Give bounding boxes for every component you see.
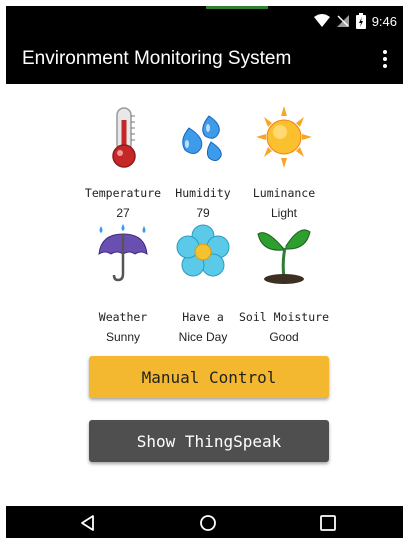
sensor-tile-luminance: Luminance Light (224, 106, 344, 220)
home-icon[interactable] (198, 513, 218, 533)
status-time: 9:46 (371, 13, 397, 29)
main-content: Temperature 27 Humidity 79 Luminance Lig… (6, 84, 403, 506)
sensor-value: Good (269, 330, 299, 344)
app-bar: Environment Monitoring System (6, 34, 403, 84)
status-icons: 9:46 (313, 12, 397, 30)
no-signal-icon (336, 15, 349, 27)
sensor-tile-soil-moisture: Soil Moisture Good (224, 222, 344, 344)
navigation-bar (6, 506, 403, 538)
device-screen: 9:46 Environment Monitoring System Tempe… (6, 6, 403, 538)
back-icon[interactable] (78, 513, 98, 533)
status-bar: 9:46 (6, 6, 403, 34)
water-drops-icon (182, 115, 222, 162)
sun-icon (256, 106, 312, 168)
sensor-value: Light (270, 206, 298, 220)
sensor-label: Soil Moisture (238, 310, 329, 324)
manual-control-button[interactable]: Manual Control (89, 356, 329, 398)
battery-icon (355, 13, 366, 29)
overflow-menu-icon[interactable] (375, 44, 395, 74)
sensor-label: Luminance (252, 186, 316, 200)
wifi-icon (313, 14, 330, 27)
recents-icon[interactable] (318, 513, 338, 533)
app-title: Environment Monitoring System (22, 48, 292, 69)
flower-icon (176, 224, 230, 277)
show-thingspeak-button[interactable]: Show ThingSpeak (89, 420, 329, 462)
status-accent-line (206, 6, 268, 9)
sprout-icon (257, 229, 311, 284)
